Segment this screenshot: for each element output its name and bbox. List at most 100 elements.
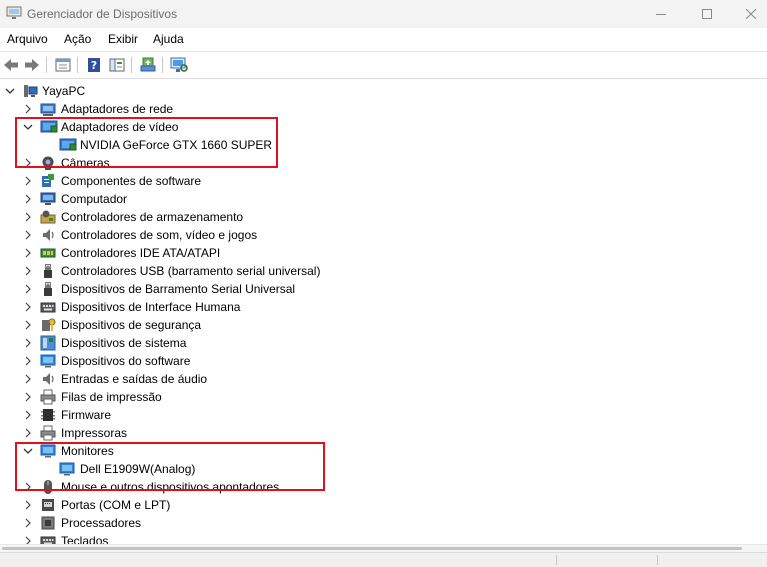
- device-tree: YayaPC Adaptadores de rede Adaptadores de…: [0, 82, 767, 544]
- category-item[interactable]: Controladores de som, vídeo e jogos: [0, 226, 767, 244]
- toolbar-separator: [77, 57, 78, 73]
- chevron-right-icon[interactable]: [23, 211, 33, 223]
- speaker-icon: [40, 227, 56, 243]
- tree-root-label: YayaPC: [42, 84, 86, 98]
- chevron-down-icon[interactable]: [5, 85, 15, 97]
- category-item[interactable]: Impressoras: [0, 424, 767, 442]
- chevron-right-icon[interactable]: [23, 517, 33, 529]
- chevron-right-icon[interactable]: [23, 157, 33, 169]
- tree-item-label: Dispositivos de Barramento Serial Univer…: [61, 282, 296, 296]
- monitor-icon: [40, 353, 56, 369]
- category-item[interactable]: Entradas e saídas de áudio: [0, 370, 767, 388]
- toolbar: ?: [0, 51, 767, 79]
- svg-text:?: ?: [91, 59, 97, 72]
- category-item[interactable]: Controladores IDE ATA/ATAPI: [0, 244, 767, 262]
- device-item[interactable]: NVIDIA GeForce GTX 1660 SUPER: [0, 136, 767, 154]
- chevron-right-icon[interactable]: [23, 355, 33, 367]
- chevron-right-icon[interactable]: [23, 409, 33, 421]
- category-item[interactable]: Câmeras: [0, 154, 767, 172]
- chevron-down-icon[interactable]: [23, 445, 33, 457]
- menu-arquivo[interactable]: Arquivo: [7, 32, 48, 46]
- category-item[interactable]: Componentes de software: [0, 172, 767, 190]
- toolbar-separator: [131, 57, 132, 73]
- display-adapter-icon: [40, 119, 58, 135]
- scrollbar-thumb[interactable]: [2, 547, 742, 550]
- category-item[interactable]: Filas de impressão: [0, 388, 767, 406]
- category-item[interactable]: Adaptadores de vídeo: [0, 118, 767, 136]
- category-item[interactable]: Dispositivos de Barramento Serial Univer…: [0, 280, 767, 298]
- category-item[interactable]: Dispositivos de segurança: [0, 316, 767, 334]
- category-item[interactable]: Dispositivos do software: [0, 352, 767, 370]
- chevron-right-icon[interactable]: [23, 391, 33, 403]
- usb-icon: [40, 281, 56, 297]
- tree-item-label: Dell E1909W(Analog): [80, 462, 196, 476]
- tree-item-label: Entradas e saídas de áudio: [61, 372, 208, 386]
- chevron-right-icon[interactable]: [23, 427, 33, 439]
- display-adapter-icon: [59, 137, 77, 153]
- tree-item-label: Impressoras: [61, 426, 128, 440]
- monitor-icon: [40, 443, 56, 459]
- minimize-button[interactable]: [638, 0, 684, 28]
- chevron-right-icon[interactable]: [23, 283, 33, 295]
- processor-icon: [40, 515, 56, 531]
- tree-item-label: Controladores USB (barramento serial uni…: [61, 264, 321, 278]
- monitor-icon: [59, 461, 75, 477]
- chevron-right-icon[interactable]: [23, 481, 33, 493]
- computer-icon: [40, 191, 56, 207]
- tree-item-label: Mouse e outros dispositivos apontadores: [61, 480, 280, 494]
- tree-item-label: Dispositivos de sistema: [61, 336, 187, 350]
- menu-exibir[interactable]: Exibir: [108, 32, 138, 46]
- tree-item-label: Adaptadores de rede: [61, 102, 174, 116]
- chevron-right-icon[interactable]: [23, 499, 33, 511]
- category-item[interactable]: Dispositivos de Interface Humana: [0, 298, 767, 316]
- back-arrow-icon[interactable]: [2, 56, 20, 74]
- chevron-right-icon[interactable]: [23, 301, 33, 313]
- tree-item-label: Controladores de som, vídeo e jogos: [61, 228, 258, 242]
- chevron-right-icon[interactable]: [23, 175, 33, 187]
- chevron-right-icon[interactable]: [23, 265, 33, 277]
- category-item[interactable]: Mouse e outros dispositivos apontadores: [0, 478, 767, 496]
- status-bar: [0, 552, 767, 567]
- forward-arrow-icon[interactable]: [23, 56, 41, 74]
- properties-icon[interactable]: [54, 56, 72, 74]
- update-driver-icon[interactable]: [139, 56, 157, 74]
- category-item[interactable]: Portas (COM e LPT): [0, 496, 767, 514]
- keyboard-icon: [40, 533, 56, 544]
- tree-item-label: Portas (COM e LPT): [61, 498, 171, 512]
- software-component-icon: [40, 173, 56, 189]
- chevron-right-icon[interactable]: [23, 319, 33, 331]
- category-item[interactable]: Computador: [0, 190, 767, 208]
- category-item[interactable]: Controladores USB (barramento serial uni…: [0, 262, 767, 280]
- mouse-icon: [40, 479, 56, 495]
- printer-icon: [40, 389, 56, 405]
- category-item[interactable]: Processadores: [0, 514, 767, 532]
- maximize-button[interactable]: [684, 0, 730, 28]
- menu-acao[interactable]: Ação: [64, 32, 91, 46]
- view-pane-icon[interactable]: [108, 56, 126, 74]
- category-item[interactable]: Controladores de armazenamento: [0, 208, 767, 226]
- menu-bar: Arquivo Ação Exibir Ajuda: [0, 28, 767, 50]
- chevron-down-icon[interactable]: [23, 121, 33, 133]
- category-item[interactable]: Firmware: [0, 406, 767, 424]
- tree-root[interactable]: YayaPC: [0, 82, 767, 100]
- chevron-right-icon[interactable]: [23, 247, 33, 259]
- close-button[interactable]: [728, 0, 767, 28]
- tree-item-label: Câmeras: [61, 156, 110, 170]
- status-separator: [657, 555, 658, 565]
- device-item[interactable]: Dell E1909W(Analog): [0, 460, 767, 478]
- chevron-right-icon[interactable]: [23, 337, 33, 349]
- scan-hardware-icon[interactable]: [170, 56, 188, 74]
- tree-item-label: Controladores de armazenamento: [61, 210, 244, 224]
- menu-ajuda[interactable]: Ajuda: [153, 32, 184, 46]
- category-item[interactable]: Adaptadores de rede: [0, 100, 767, 118]
- chevron-right-icon[interactable]: [23, 373, 33, 385]
- chevron-right-icon[interactable]: [23, 103, 33, 115]
- category-item[interactable]: Dispositivos de sistema: [0, 334, 767, 352]
- category-item[interactable]: Monitores: [0, 442, 767, 460]
- window-title: Gerenciador de Dispositivos: [27, 7, 178, 21]
- chevron-right-icon[interactable]: [23, 229, 33, 241]
- chevron-right-icon[interactable]: [23, 535, 33, 544]
- category-item[interactable]: Teclados: [0, 532, 767, 544]
- help-icon[interactable]: ?: [85, 56, 103, 74]
- chevron-right-icon[interactable]: [23, 193, 33, 205]
